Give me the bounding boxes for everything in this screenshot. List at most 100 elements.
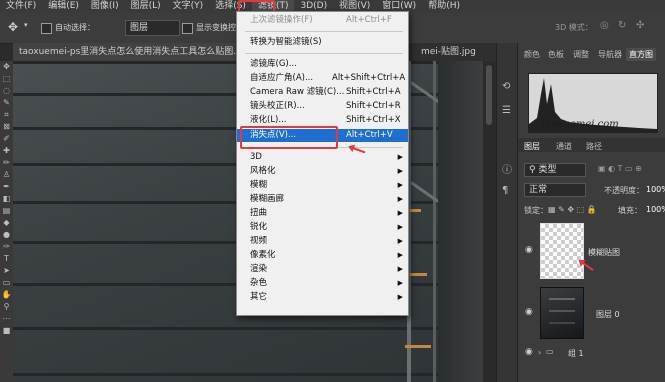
blend-mode-dropdown[interactable]: 正常	[524, 183, 586, 197]
menu-item-liquify[interactable]: 液化(L)... Shift+Ctrl+X	[237, 114, 408, 127]
menu-item-label: 其它	[250, 292, 268, 302]
menu-item-sharpen[interactable]: 锐化 ▶	[237, 221, 408, 234]
move-tool-icon[interactable]: ✥	[8, 20, 18, 34]
tab-histogram[interactable]: 直方图	[626, 48, 656, 61]
menu-item-label: 液化(L)...	[250, 115, 287, 125]
menu-item-vanishing-point[interactable]: 消失点(V)... Alt+Ctrl+V	[237, 129, 408, 142]
menu-item-label: 像素化	[250, 250, 276, 260]
menu-item-3d[interactable]: 3D ▶	[237, 151, 408, 164]
fill-value[interactable]: 100%	[646, 205, 665, 214]
vertical-scrollbar[interactable]	[483, 61, 495, 382]
tab-swatches[interactable]: 色板	[548, 49, 564, 60]
submenu-arrow-icon: ▶	[397, 223, 403, 231]
layer-select-dropdown[interactable]: 图层	[125, 20, 180, 36]
info-icon[interactable]: ⓘ	[502, 161, 512, 176]
visibility-eye-icon[interactable]: ◉	[525, 245, 533, 255]
lock-icons[interactable]: ▦ ✎ ✥ ⬚ 🔒	[548, 205, 597, 214]
menu-help[interactable]: 帮助(H)	[422, 0, 466, 13]
gradient-icon[interactable]: ▤	[0, 205, 13, 217]
menu-file[interactable]: 文件(F)	[0, 0, 42, 13]
menu-item-stylize[interactable]: 风格化 ▶	[237, 165, 408, 178]
dodge-icon[interactable]: ●	[0, 229, 13, 241]
crop-icon[interactable]: ⌗	[0, 109, 13, 121]
frame-icon[interactable]: ⊠	[0, 121, 13, 133]
auto-select-checkbox[interactable]	[41, 23, 52, 34]
menu-item-distort[interactable]: 扭曲 ▶	[237, 207, 408, 220]
menu-item-video[interactable]: 视频 ▶	[237, 235, 408, 248]
menu-item-render[interactable]: 渲染 ▶	[237, 263, 408, 276]
layer-name[interactable]: 图层 0	[596, 309, 620, 320]
menu-item-blur-gallery[interactable]: 模糊画廊 ▶	[237, 193, 408, 206]
layer-name[interactable]: 模糊贴图	[588, 247, 620, 258]
tab-navigator[interactable]: 导航器	[598, 49, 622, 60]
menu-edit[interactable]: 编辑(E)	[42, 0, 85, 13]
tab-document-2[interactable]: mei-贴图.jpg	[415, 43, 482, 61]
tab-document[interactable]: taoxuemei-ps里消失点怎么使用消失点工具怎么贴图.psd	[13, 43, 259, 61]
visibility-eye-icon[interactable]: ◉	[525, 307, 533, 317]
menu-item-adaptive-wide-angle[interactable]: 自适应广角(A)... Alt+Shift+Ctrl+A	[237, 72, 408, 85]
hand-icon[interactable]: ✋	[0, 289, 13, 301]
tab-color[interactable]: 颜色	[524, 49, 540, 60]
menu-item-noise[interactable]: 杂色 ▶	[237, 277, 408, 290]
layer-row[interactable]: ◉ 图层 0	[518, 283, 665, 341]
history-brush-icon[interactable]: ✒	[0, 181, 13, 193]
move-icon[interactable]: ✥	[0, 61, 13, 73]
stamp-icon[interactable]: ♙	[0, 169, 13, 181]
layer-row[interactable]: ◉ 模糊贴图	[518, 219, 665, 281]
marquee-icon[interactable]: ⬚	[0, 73, 13, 85]
menu-item-convert-smart-filter[interactable]: 转换为智能滤镜(S)	[237, 36, 408, 49]
menu-item-blur[interactable]: 模糊 ▶	[237, 179, 408, 192]
menu-item-label: 转换为智能滤镜(S)	[250, 37, 322, 47]
menu-item-other[interactable]: 其它 ▶	[237, 291, 408, 304]
filter-icons[interactable]: ▣ ◐ T ▭ ⊕	[598, 164, 642, 173]
menu-item-filter-gallery[interactable]: 滤镜库(G)...	[237, 58, 408, 71]
chevron-right-icon[interactable]: ›	[538, 348, 541, 357]
pen-icon[interactable]: ✑	[0, 241, 13, 253]
type-icon[interactable]: T	[0, 253, 13, 265]
3d-roll-icon[interactable]: ↻	[618, 20, 626, 31]
menu-item-label: 3D	[250, 152, 262, 162]
quick-select-icon[interactable]: ✎	[0, 97, 13, 109]
chevron-down-icon[interactable]: ▾	[24, 21, 28, 29]
properties-icon[interactable]: ☰	[502, 105, 511, 116]
tab-paths[interactable]: 路径	[586, 141, 602, 152]
menu-item-lens-correction[interactable]: 镜头校正(R)... Shift+Ctrl+R	[237, 100, 408, 113]
show-transform-checkbox[interactable]	[182, 23, 193, 34]
layer-thumbnail-transparent	[540, 223, 584, 279]
tab-channels[interactable]: 通道	[556, 141, 572, 152]
healing-icon[interactable]: ✚	[0, 145, 13, 157]
menu-item-label: 渲染	[250, 264, 268, 274]
paragraph-icon[interactable]: ¶	[502, 185, 508, 196]
eraser-icon[interactable]: ◧	[0, 193, 13, 205]
tab-adjustments[interactable]: 调整	[573, 49, 589, 60]
color-swatch-icon[interactable]: ■	[0, 325, 13, 337]
menu-item-label: Camera Raw 滤镜(C)...	[250, 87, 345, 97]
3d-orbit-icon[interactable]: ◎	[600, 20, 609, 31]
menu-item-label: 视频	[250, 236, 268, 246]
3d-pan-icon[interactable]: ✣	[636, 20, 644, 31]
lasso-icon[interactable]: ◌	[0, 85, 13, 97]
layer-group-row[interactable]: ◉ › ▭ 组 1	[518, 345, 665, 361]
layer-filter-dropdown[interactable]: ⚲ 类型	[524, 163, 586, 177]
zoom-icon[interactable]: ⚲	[0, 301, 13, 313]
more-tools-icon[interactable]: ⋯	[0, 313, 13, 325]
opacity-value[interactable]: 100%	[646, 185, 665, 194]
blur-icon[interactable]: ◆	[0, 217, 13, 229]
watermark-text: Taoxuemei.com	[540, 119, 619, 130]
menu-layer[interactable]: 图层(L)	[125, 0, 167, 13]
submenu-arrow-icon: ▶	[397, 167, 403, 175]
scrollbar-thumb[interactable]	[486, 65, 492, 125]
path-select-icon[interactable]: ➤	[0, 265, 13, 277]
eyedropper-icon[interactable]: ✐	[0, 133, 13, 145]
menu-item-last-filter[interactable]: 上次滤镜操作(F) Alt+Ctrl+F	[237, 14, 408, 27]
brush-icon[interactable]: ✏	[0, 157, 13, 169]
menu-item-pixelate[interactable]: 像素化 ▶	[237, 249, 408, 262]
menu-item-camera-raw[interactable]: Camera Raw 滤镜(C)... Shift+Ctrl+A	[237, 86, 408, 99]
group-name[interactable]: 组 1	[568, 348, 584, 359]
history-icon[interactable]: ⟲	[502, 81, 510, 92]
tab-layers[interactable]: 图层	[524, 141, 540, 152]
visibility-eye-icon[interactable]: ◉	[525, 347, 533, 357]
menu-image[interactable]: 图像(I)	[85, 0, 125, 13]
menu-type[interactable]: 文字(Y)	[167, 0, 210, 13]
shape-icon[interactable]: ▭	[0, 277, 13, 289]
